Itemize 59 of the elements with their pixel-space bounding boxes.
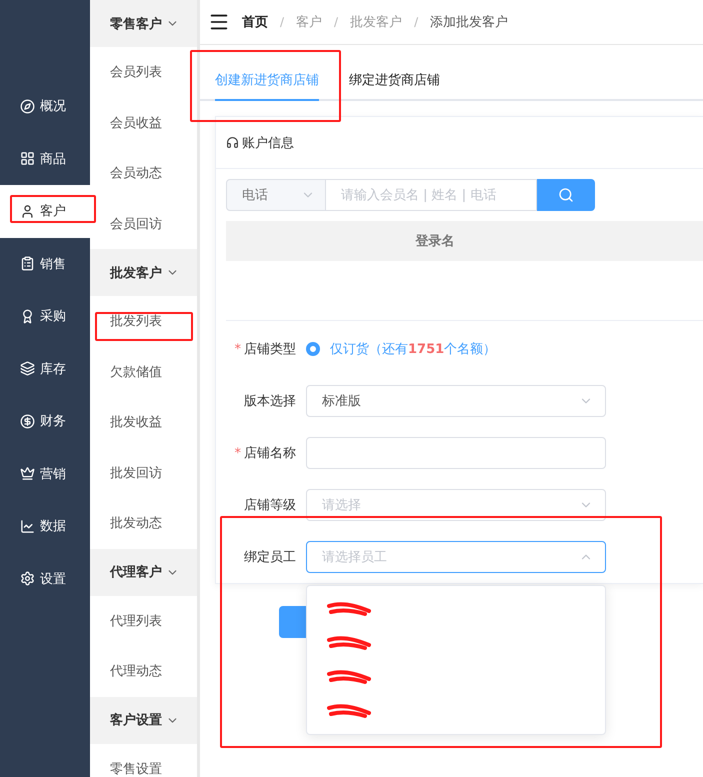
- search-field[interactable]: 请输入会员名 | 姓名 | 电话: [326, 179, 537, 211]
- submenu-item[interactable]: 欠款储值: [90, 346, 197, 397]
- select-field[interactable]: 标准版: [306, 385, 606, 417]
- nav-icon: [20, 98, 35, 114]
- breadcrumb-separator: /: [334, 15, 338, 29]
- headset-icon: [226, 136, 239, 149]
- nav-item[interactable]: 概况: [0, 80, 90, 132]
- submenu-item[interactable]: 会员收益: [90, 98, 197, 148]
- text-input[interactable]: [306, 437, 606, 469]
- submenu-item[interactable]: 批发动态: [90, 498, 197, 548]
- nav-icon: [20, 414, 35, 429]
- nav-icon: [20, 571, 35, 586]
- nav-item[interactable]: 营销: [0, 448, 90, 500]
- submenu-item[interactable]: 代理动态: [90, 646, 197, 696]
- submenu-item[interactable]: 批发列表: [90, 296, 197, 346]
- column-header: 登录名: [414, 233, 456, 250]
- required-asterisk: *: [234, 342, 241, 357]
- form-label: 店铺名称: [244, 446, 296, 461]
- nav-icon: [20, 256, 35, 272]
- submenu-item[interactable]: 代理列表: [90, 596, 197, 646]
- nav-item[interactable]: 设置: [0, 552, 90, 605]
- form-label: 绑定员工: [244, 550, 296, 565]
- search-type-select[interactable]: 电话: [226, 179, 326, 211]
- breadcrumb-separator: /: [280, 15, 284, 29]
- breadcrumb-item: 添加批发客户: [430, 14, 508, 31]
- nav-icon: [20, 151, 35, 166]
- card-title: 账户信息: [242, 134, 294, 152]
- menu-group-header[interactable]: 批发客户: [90, 249, 197, 296]
- nav-item[interactable]: 商品: [0, 132, 90, 185]
- nav-item[interactable]: 数据: [0, 500, 90, 552]
- form-label: 版本选择: [244, 394, 296, 409]
- menu-group-header[interactable]: 零售客户: [90, 0, 197, 47]
- nav-icon: [20, 518, 35, 534]
- required-asterisk: *: [234, 446, 241, 461]
- tab[interactable]: 绑定进货商店铺: [349, 65, 440, 101]
- menu-group-header[interactable]: 代理客户: [90, 548, 197, 596]
- breadcrumb-item[interactable]: 首页: [242, 13, 268, 31]
- nav-icon: [20, 308, 35, 324]
- submenu-item[interactable]: 批发收益: [90, 397, 197, 448]
- form-label: 店铺类型: [244, 342, 296, 357]
- nav-icon: [20, 466, 35, 482]
- radio-button[interactable]: [306, 342, 320, 356]
- submenu-item[interactable]: 会员列表: [90, 47, 197, 98]
- nav-item[interactable]: 财务: [0, 395, 90, 448]
- submenu-item[interactable]: 零售设置: [90, 744, 197, 777]
- search-button[interactable]: [537, 179, 595, 211]
- nav-icon: [20, 204, 35, 219]
- nav-item[interactable]: 销售: [0, 238, 90, 290]
- menu-group-header[interactable]: 客户设置: [90, 696, 197, 744]
- nav-item[interactable]: 库存: [0, 342, 90, 395]
- submenu-item[interactable]: 会员回访: [90, 198, 197, 249]
- submenu-item[interactable]: 批发回访: [90, 448, 197, 498]
- submenu-item[interactable]: 会员动态: [90, 148, 197, 198]
- nav-item[interactable]: 客户: [0, 185, 90, 238]
- nav-icon: [20, 361, 35, 376]
- breadcrumb-separator: /: [414, 15, 418, 29]
- nav-item[interactable]: 采购: [0, 290, 90, 342]
- form-label: 店铺等级: [244, 498, 296, 513]
- search-icon: [558, 187, 574, 203]
